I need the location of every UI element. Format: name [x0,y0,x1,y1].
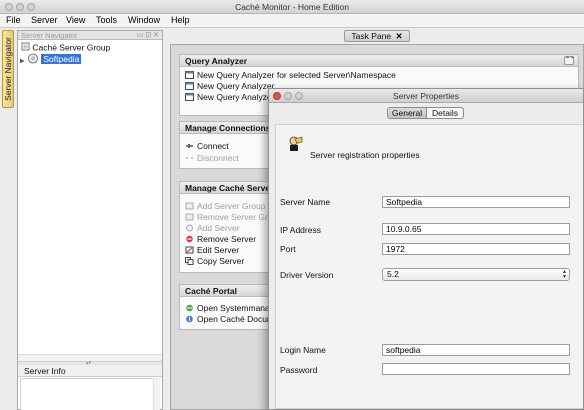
add-server-icon [186,224,193,232]
copy-server-icon [185,257,194,265]
collapse-icon[interactable]: ⌃⌃ [564,56,575,65]
edit-server-icon [185,246,194,254]
menu-window[interactable]: Window [128,15,160,25]
server-icon [27,53,39,67]
server-label-softpedia[interactable]: Softpedia [41,54,82,65]
server-properties-dialog: Server Properties General Details Server… [268,88,584,410]
query-window-icon [185,71,194,79]
task-new-query-2[interactable]: New Query Analyzer [185,92,274,103]
manage-servers-title: Manage Caché Servers [185,183,279,193]
manage-connections-title: Manage Connections [185,123,271,133]
query-window-icon [185,93,194,101]
registration-icon [286,135,304,155]
portal-icon [186,304,193,312]
server-name-label: Server Name [280,197,331,207]
menu-tools[interactable]: Tools [96,15,117,25]
server-info-title: Server Info [18,365,162,377]
tab-general[interactable]: General [387,107,427,119]
select-arrows-icon: ▴ ▾ [562,269,566,280]
task-label: Copy Server [197,256,245,266]
panel-header-icons: ▭ ⊡ ✕ [136,32,159,39]
dialog-zoom-button[interactable] [295,92,303,100]
server-name-input[interactable] [382,196,570,208]
remove-group-icon [185,213,194,221]
dialog-title: Server Properties [392,91,460,101]
task-label: Edit Server [197,245,240,255]
task-pane-tab[interactable]: Task Pane ✕ [344,30,410,42]
connect-icon [186,144,193,148]
task-edit-server[interactable]: Edit Server [185,245,239,256]
menu-file[interactable]: File [6,15,21,25]
dialog-minimize-button[interactable] [284,92,292,100]
expand-triangle-icon[interactable]: ▶ [20,58,25,64]
cache-portal-title: Caché Portal [185,286,237,296]
menu-help[interactable]: Help [171,15,190,25]
login-name-input[interactable] [382,344,570,356]
window-title: Caché Monitor - Home Edition [235,2,349,12]
task-label: Remove Server [197,234,257,244]
server-info-scrollbar[interactable] [153,378,160,410]
task-add-server[interactable]: Add Server [185,223,240,234]
password-input[interactable] [382,363,570,375]
driver-version-label: Driver Version [280,270,334,280]
query-analyzer-header[interactable]: Query Analyzer ⌃⌃ [180,55,578,67]
disconnect-icon [186,157,193,159]
documentation-icon [186,315,193,323]
driver-version-select[interactable]: 5.2 ▴ ▾ [382,268,570,281]
port-input[interactable] [382,243,570,255]
task-label: Disconnect [197,153,240,163]
server-navigator-panel: Server Navigator ▭ ⊡ ✕ Caché Server Grou… [17,30,163,410]
dialog-titlebar: Server Properties [269,89,583,103]
port-label: Port [280,244,296,254]
login-name-label: Login Name [280,345,326,355]
task-label: Add Server [197,223,240,233]
task-disconnect[interactable]: Disconnect [185,153,239,164]
task-remove-server[interactable]: Remove Server [185,234,256,245]
dialog-general-panel: Server registration properties Server Na… [275,124,583,409]
password-label: Password [280,365,318,375]
task-label: New Query Analyzer for selected Server\N… [197,70,396,80]
close-icon[interactable]: ✕ [395,31,402,41]
menu-view[interactable]: View [66,15,85,25]
ip-address-input[interactable] [382,223,570,235]
remove-server-icon [186,235,193,243]
query-analyzer-title: Query Analyzer [185,56,248,66]
server-info-body [20,378,160,410]
task-label: Add Server Group [197,201,266,211]
tree-server-group[interactable]: Caché Server Group [21,42,110,53]
task-new-query-ns[interactable]: New Query Analyzer for selected Server\N… [185,70,396,81]
query-window-icon [185,82,194,90]
dialog-close-button[interactable] [273,92,281,100]
registration-heading: Server registration properties [310,150,420,160]
task-connect[interactable]: Connect [185,141,229,152]
server-group-label: Caché Server Group [32,42,111,53]
driver-version-value: 5.2 [387,269,399,279]
task-label: New Query Analyzer [197,81,275,91]
task-add-server-group[interactable]: Add Server Group [185,201,266,212]
task-pane-tab-label: Task Pane [351,31,392,41]
task-label: New Query Analyzer [197,92,275,102]
menu-bar: File Server View Tools Window Help [0,14,584,28]
tree-server-row[interactable]: ▶ Softpedia [20,53,82,67]
ip-address-label: IP Address [280,225,321,235]
menu-server[interactable]: Server [31,15,58,25]
task-label: Connect [197,141,229,151]
task-copy-server[interactable]: Copy Server [185,256,244,267]
server-navigator-side-tab[interactable]: Server Navigator [2,30,14,108]
tab-details[interactable]: Details [426,107,464,119]
window-titlebar: Caché Monitor - Home Edition [0,0,584,14]
add-group-icon [185,202,194,210]
task-new-query-1[interactable]: New Query Analyzer [185,81,274,92]
side-tab-label: Server Navigator [3,37,13,101]
